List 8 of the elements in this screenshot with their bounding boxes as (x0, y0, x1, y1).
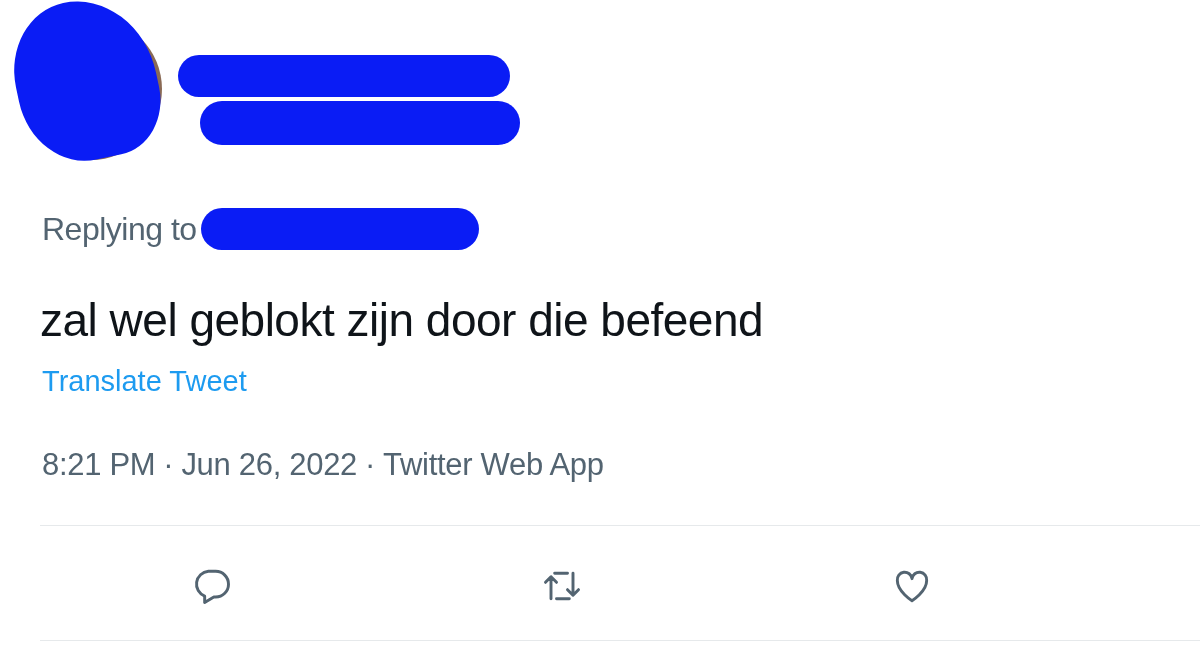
replying-to-label: Replying to (42, 210, 197, 249)
separator: · (365, 446, 376, 484)
tweet-time: 8:21 PM (42, 446, 156, 484)
tweet-source: Twitter Web App (383, 446, 604, 484)
translate-link[interactable]: Translate Tweet (42, 360, 247, 404)
separator: · (163, 446, 174, 484)
tweet-date: Jun 26, 2022 (181, 446, 358, 484)
tweet-text: zal wel geblokt zijn door die befeend (40, 293, 764, 348)
